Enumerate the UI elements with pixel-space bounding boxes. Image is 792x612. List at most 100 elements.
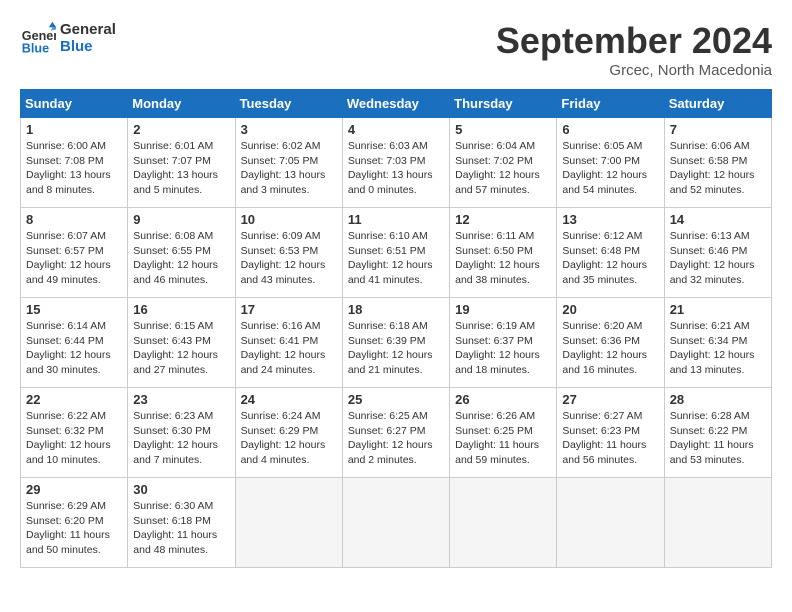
calendar-table: SundayMondayTuesdayWednesdayThursdayFrid…: [20, 89, 772, 568]
sunset-label: Sunset: 6:25 PM: [455, 425, 533, 437]
day-number: 28: [670, 392, 766, 407]
day-number: 21: [670, 302, 766, 317]
col-header-friday: Friday: [557, 90, 664, 118]
day-number: 26: [455, 392, 551, 407]
calendar-cell: 17 Sunrise: 6:16 AM Sunset: 6:41 PM Dayl…: [235, 298, 342, 388]
calendar-cell: 14 Sunrise: 6:13 AM Sunset: 6:46 PM Dayl…: [664, 208, 771, 298]
day-info: Sunrise: 6:07 AM Sunset: 6:57 PM Dayligh…: [26, 229, 122, 288]
daylight-label: Daylight: 12 hours and 7 minutes.: [133, 439, 218, 466]
day-info: Sunrise: 6:04 AM Sunset: 7:02 PM Dayligh…: [455, 139, 551, 198]
sunset-label: Sunset: 7:03 PM: [348, 155, 426, 167]
day-info: Sunrise: 6:21 AM Sunset: 6:34 PM Dayligh…: [670, 319, 766, 378]
daylight-label: Daylight: 11 hours and 59 minutes.: [455, 439, 539, 466]
sunset-label: Sunset: 6:44 PM: [26, 335, 104, 347]
day-number: 14: [670, 212, 766, 227]
sunset-label: Sunset: 6:23 PM: [562, 425, 640, 437]
calendar-cell: 12 Sunrise: 6:11 AM Sunset: 6:50 PM Dayl…: [450, 208, 557, 298]
calendar-cell: 16 Sunrise: 6:15 AM Sunset: 6:43 PM Dayl…: [128, 298, 235, 388]
calendar-cell: 13 Sunrise: 6:12 AM Sunset: 6:48 PM Dayl…: [557, 208, 664, 298]
location-subtitle: Grcec, North Macedonia: [496, 62, 772, 79]
day-info: Sunrise: 6:13 AM Sunset: 6:46 PM Dayligh…: [670, 229, 766, 288]
sunrise-label: Sunrise: 6:03 AM: [348, 140, 428, 152]
sunset-label: Sunset: 6:57 PM: [26, 245, 104, 257]
sunrise-label: Sunrise: 6:28 AM: [670, 410, 750, 422]
daylight-label: Daylight: 12 hours and 16 minutes.: [562, 349, 647, 376]
daylight-label: Daylight: 12 hours and 43 minutes.: [241, 259, 326, 286]
daylight-label: Daylight: 12 hours and 38 minutes.: [455, 259, 540, 286]
day-info: Sunrise: 6:18 AM Sunset: 6:39 PM Dayligh…: [348, 319, 444, 378]
logo: General Blue General Blue: [20, 20, 116, 56]
daylight-label: Daylight: 12 hours and 30 minutes.: [26, 349, 111, 376]
day-info: Sunrise: 6:27 AM Sunset: 6:23 PM Dayligh…: [562, 409, 658, 468]
calendar-cell: 7 Sunrise: 6:06 AM Sunset: 6:58 PM Dayli…: [664, 118, 771, 208]
calendar-cell: [557, 478, 664, 568]
daylight-label: Daylight: 12 hours and 35 minutes.: [562, 259, 647, 286]
col-header-saturday: Saturday: [664, 90, 771, 118]
day-number: 8: [26, 212, 122, 227]
sunrise-label: Sunrise: 6:11 AM: [455, 230, 534, 242]
logo-general: General: [60, 21, 116, 38]
calendar-cell: 11 Sunrise: 6:10 AM Sunset: 6:51 PM Dayl…: [342, 208, 449, 298]
day-info: Sunrise: 6:30 AM Sunset: 6:18 PM Dayligh…: [133, 499, 229, 558]
sunset-label: Sunset: 6:46 PM: [670, 245, 748, 257]
sunrise-label: Sunrise: 6:19 AM: [455, 320, 535, 332]
month-title: September 2024: [496, 20, 772, 62]
daylight-label: Daylight: 11 hours and 48 minutes.: [133, 529, 217, 556]
sunset-label: Sunset: 6:41 PM: [241, 335, 319, 347]
day-number: 24: [241, 392, 337, 407]
calendar-cell: 20 Sunrise: 6:20 AM Sunset: 6:36 PM Dayl…: [557, 298, 664, 388]
day-number: 3: [241, 122, 337, 137]
day-info: Sunrise: 6:24 AM Sunset: 6:29 PM Dayligh…: [241, 409, 337, 468]
sunset-label: Sunset: 6:58 PM: [670, 155, 748, 167]
sunset-label: Sunset: 7:00 PM: [562, 155, 640, 167]
col-header-wednesday: Wednesday: [342, 90, 449, 118]
daylight-label: Daylight: 11 hours and 56 minutes.: [562, 439, 646, 466]
calendar-cell: 15 Sunrise: 6:14 AM Sunset: 6:44 PM Dayl…: [21, 298, 128, 388]
calendar-cell: 6 Sunrise: 6:05 AM Sunset: 7:00 PM Dayli…: [557, 118, 664, 208]
daylight-label: Daylight: 12 hours and 13 minutes.: [670, 349, 755, 376]
day-number: 29: [26, 482, 122, 497]
day-info: Sunrise: 6:12 AM Sunset: 6:48 PM Dayligh…: [562, 229, 658, 288]
day-info: Sunrise: 6:08 AM Sunset: 6:55 PM Dayligh…: [133, 229, 229, 288]
sunset-label: Sunset: 7:08 PM: [26, 155, 104, 167]
sunrise-label: Sunrise: 6:07 AM: [26, 230, 106, 242]
day-info: Sunrise: 6:06 AM Sunset: 6:58 PM Dayligh…: [670, 139, 766, 198]
calendar-cell: 9 Sunrise: 6:08 AM Sunset: 6:55 PM Dayli…: [128, 208, 235, 298]
daylight-label: Daylight: 12 hours and 18 minutes.: [455, 349, 540, 376]
calendar-cell: 23 Sunrise: 6:23 AM Sunset: 6:30 PM Dayl…: [128, 388, 235, 478]
sunset-label: Sunset: 7:02 PM: [455, 155, 533, 167]
sunrise-label: Sunrise: 6:01 AM: [133, 140, 213, 152]
calendar-cell: 26 Sunrise: 6:26 AM Sunset: 6:25 PM Dayl…: [450, 388, 557, 478]
sunset-label: Sunset: 6:29 PM: [241, 425, 319, 437]
sunrise-label: Sunrise: 6:04 AM: [455, 140, 535, 152]
title-block: September 2024 Grcec, North Macedonia: [496, 20, 772, 79]
daylight-label: Daylight: 13 hours and 8 minutes.: [26, 169, 111, 196]
day-info: Sunrise: 6:10 AM Sunset: 6:51 PM Dayligh…: [348, 229, 444, 288]
sunrise-label: Sunrise: 6:18 AM: [348, 320, 428, 332]
sunrise-label: Sunrise: 6:05 AM: [562, 140, 642, 152]
day-number: 7: [670, 122, 766, 137]
sunrise-label: Sunrise: 6:29 AM: [26, 500, 106, 512]
day-info: Sunrise: 6:11 AM Sunset: 6:50 PM Dayligh…: [455, 229, 551, 288]
sunrise-label: Sunrise: 6:06 AM: [670, 140, 750, 152]
week-row-5: 29 Sunrise: 6:29 AM Sunset: 6:20 PM Dayl…: [21, 478, 772, 568]
logo-icon: General Blue: [20, 20, 56, 56]
day-number: 30: [133, 482, 229, 497]
col-header-tuesday: Tuesday: [235, 90, 342, 118]
calendar-cell: 28 Sunrise: 6:28 AM Sunset: 6:22 PM Dayl…: [664, 388, 771, 478]
daylight-label: Daylight: 12 hours and 27 minutes.: [133, 349, 218, 376]
day-info: Sunrise: 6:25 AM Sunset: 6:27 PM Dayligh…: [348, 409, 444, 468]
sunrise-label: Sunrise: 6:23 AM: [133, 410, 213, 422]
calendar-cell: 10 Sunrise: 6:09 AM Sunset: 6:53 PM Dayl…: [235, 208, 342, 298]
daylight-label: Daylight: 12 hours and 54 minutes.: [562, 169, 647, 196]
sunset-label: Sunset: 6:37 PM: [455, 335, 533, 347]
day-info: Sunrise: 6:16 AM Sunset: 6:41 PM Dayligh…: [241, 319, 337, 378]
calendar-cell: 8 Sunrise: 6:07 AM Sunset: 6:57 PM Dayli…: [21, 208, 128, 298]
day-info: Sunrise: 6:02 AM Sunset: 7:05 PM Dayligh…: [241, 139, 337, 198]
sunrise-label: Sunrise: 6:25 AM: [348, 410, 428, 422]
sunset-label: Sunset: 6:34 PM: [670, 335, 748, 347]
calendar-cell: 24 Sunrise: 6:24 AM Sunset: 6:29 PM Dayl…: [235, 388, 342, 478]
calendar-cell: 1 Sunrise: 6:00 AM Sunset: 7:08 PM Dayli…: [21, 118, 128, 208]
calendar-cell: 4 Sunrise: 6:03 AM Sunset: 7:03 PM Dayli…: [342, 118, 449, 208]
week-row-1: 1 Sunrise: 6:00 AM Sunset: 7:08 PM Dayli…: [21, 118, 772, 208]
